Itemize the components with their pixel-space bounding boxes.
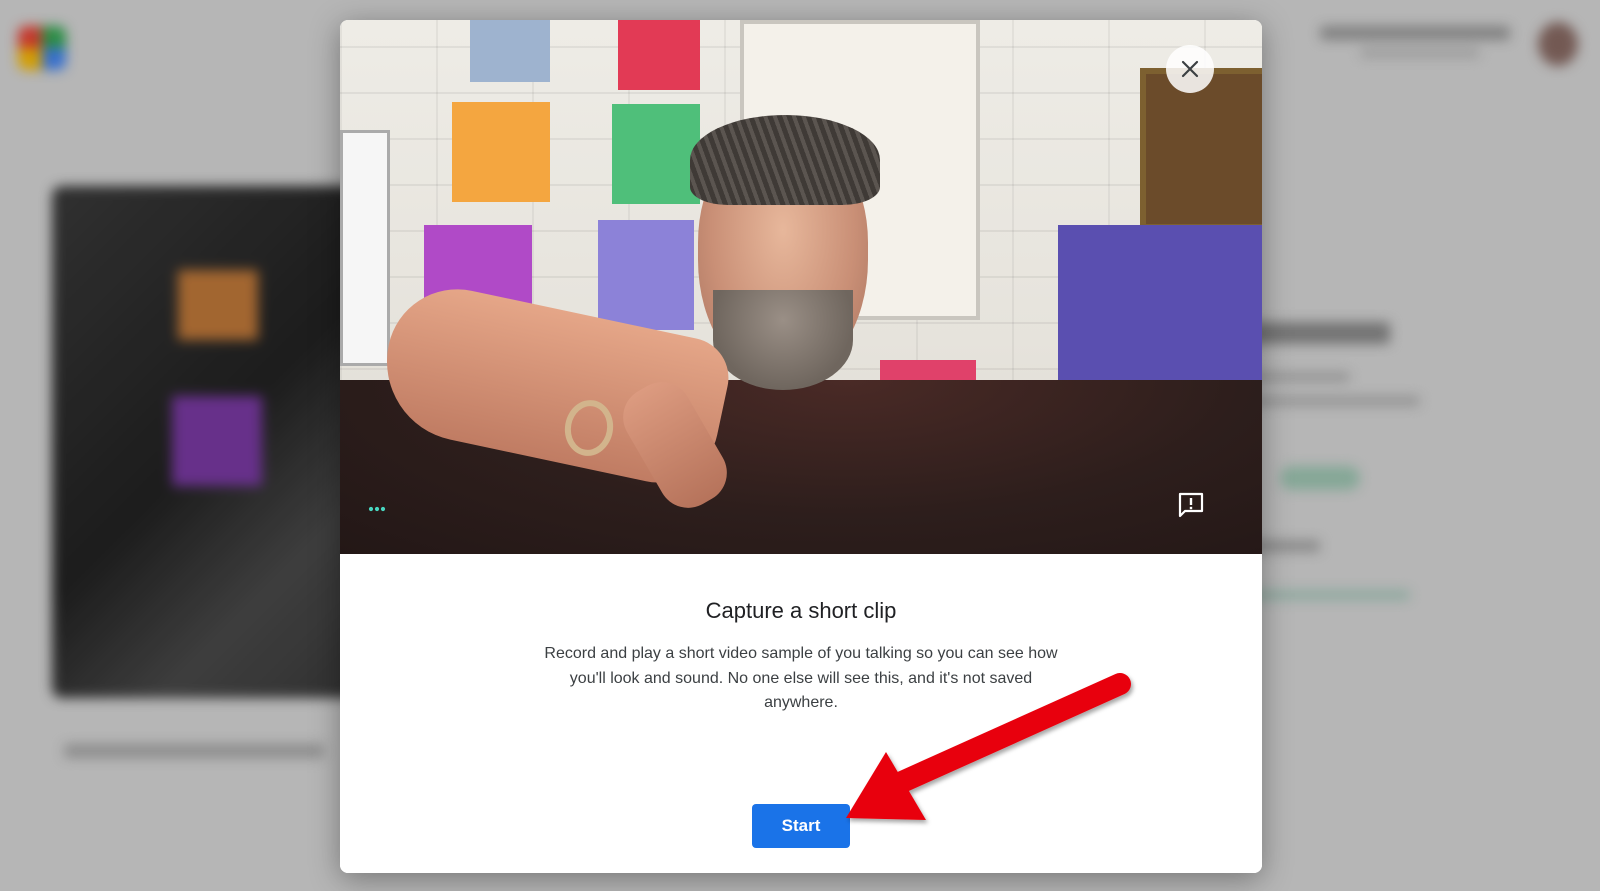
more-options-icon[interactable] <box>366 498 388 525</box>
start-button[interactable]: Start <box>752 804 850 848</box>
capture-clip-dialog: Capture a short clip Record and play a s… <box>340 20 1262 873</box>
close-icon <box>1181 60 1199 78</box>
dialog-title: Capture a short clip <box>705 598 897 623</box>
feedback-icon[interactable] <box>1176 490 1206 525</box>
close-button[interactable] <box>1166 45 1214 93</box>
dialog-description: Record and play a short video sample of … <box>544 645 1058 711</box>
camera-preview <box>340 20 1262 554</box>
dialog-content: Capture a short clip Record and play a s… <box>340 554 1262 873</box>
